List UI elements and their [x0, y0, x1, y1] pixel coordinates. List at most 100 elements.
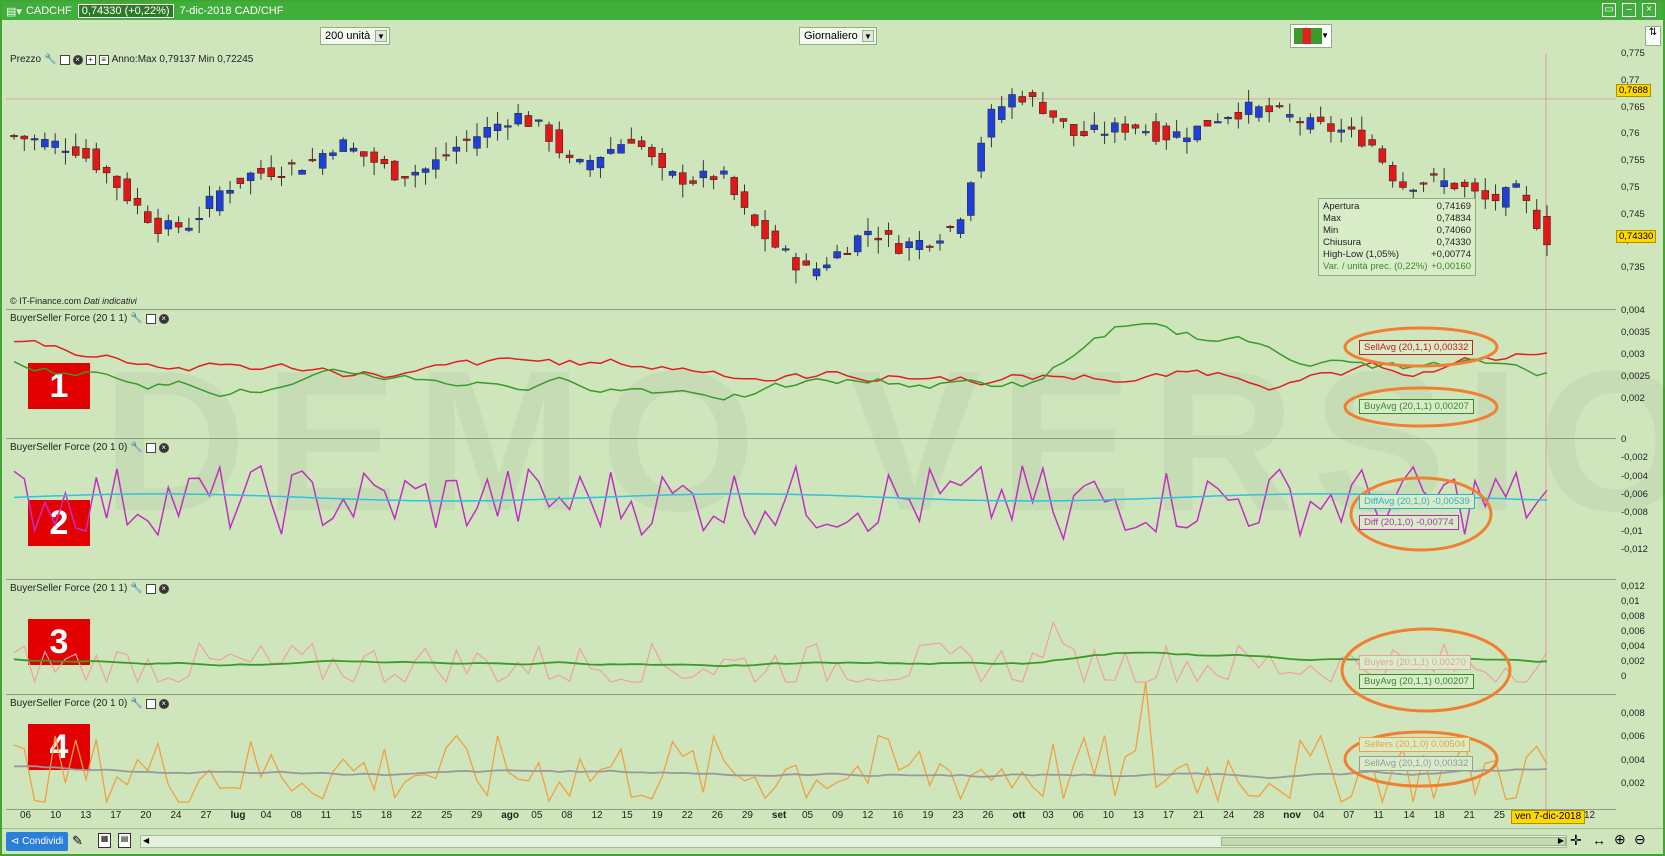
candle-body — [462, 138, 471, 141]
candle-body — [236, 177, 245, 184]
panel-4-y-axis: 0,008 0,006 0,004 0,002 — [1616, 696, 1665, 810]
candle-body — [853, 235, 862, 253]
x-tick-label: 12 — [591, 810, 603, 821]
fit-width-icon[interactable]: ↔ — [1592, 832, 1606, 848]
candle-body — [1419, 182, 1428, 185]
x-tick-label: 28 — [1253, 810, 1265, 821]
zoom-out-icon[interactable]: ⊖ — [1634, 831, 1646, 848]
candle-body — [504, 125, 512, 128]
candle-body — [720, 170, 728, 175]
candle-body — [1214, 121, 1222, 124]
candle-body — [154, 217, 162, 234]
scroll-right-icon[interactable]: ▶ — [1558, 836, 1564, 845]
candle-body — [833, 251, 841, 259]
scroll-left-icon[interactable]: ◀ — [143, 836, 149, 845]
candle-body — [668, 171, 677, 176]
candle-body — [740, 191, 749, 208]
y-tick-label: 0,75 — [1621, 181, 1640, 193]
y-tick-label: 0,004 — [1621, 641, 1645, 652]
candle-body — [864, 230, 872, 236]
legend-buyers: Buyers (20,1,1) 0,00270 — [1359, 655, 1471, 670]
candle-body — [1327, 123, 1335, 132]
candle-body — [185, 227, 193, 231]
y-tick-label: 0,008 — [1621, 708, 1645, 719]
x-tick-label: 20 — [140, 810, 152, 821]
y-tick-label: 0,004 — [1621, 305, 1645, 316]
candle-body — [380, 159, 389, 165]
candle-body — [20, 135, 29, 140]
info-row-highlow: High-Low (1,05%) +0,00774 — [1323, 249, 1471, 260]
candle-body — [1296, 121, 1304, 124]
y-tick-label: 0,775 — [1621, 48, 1645, 59]
candle-body — [730, 177, 738, 196]
crosshair-icon[interactable]: ✛ — [1570, 832, 1582, 849]
candle-body — [771, 230, 780, 248]
buyavg-line — [13, 322, 1548, 401]
x-tick-label: 18 — [1433, 810, 1445, 821]
candle-body — [473, 136, 481, 149]
y-tick-label: -0,004 — [1621, 470, 1648, 482]
candle-body — [576, 159, 584, 163]
candle-body — [277, 175, 286, 178]
calculator-icon[interactable]: ▦ — [98, 833, 111, 848]
chart-canvas[interactable] — [2, 2, 1665, 856]
candle-body — [1100, 133, 1109, 136]
candle-body — [51, 140, 59, 148]
candle-body — [709, 176, 718, 180]
x-tick-label: 25 — [441, 810, 453, 821]
y-tick-label: 0,006 — [1621, 626, 1645, 637]
highlight-ellipse — [1349, 476, 1493, 552]
candle-body — [329, 152, 337, 156]
candle-body — [802, 260, 810, 266]
horizontal-scrollbar[interactable]: ◀ ▶ — [140, 835, 1567, 848]
drawing-tools-icon[interactable]: ✎ — [72, 833, 83, 849]
x-tick-label: 03 — [1042, 810, 1054, 821]
candle-body — [514, 113, 522, 125]
candle-body — [679, 172, 687, 185]
candle-body — [1018, 96, 1027, 103]
candle-body — [1347, 126, 1356, 130]
share-button[interactable]: ⊲ Condividi — [6, 832, 68, 851]
candle-body — [812, 268, 821, 277]
x-tick-label: 05 — [531, 810, 543, 821]
highlight-ellipse — [1340, 627, 1512, 713]
x-tick-label: 15 — [350, 810, 362, 821]
sellers-line — [13, 682, 1548, 805]
candle-body — [987, 108, 996, 138]
candle-body — [216, 190, 224, 212]
candle-body — [1522, 194, 1531, 201]
candle-body — [1131, 124, 1140, 129]
candle-body — [432, 159, 440, 170]
y-tick-label: 0,76 — [1621, 128, 1640, 140]
candle-body — [637, 140, 646, 147]
x-tick-label: 06 — [1072, 810, 1084, 821]
x-tick-label: 21 — [1193, 810, 1205, 821]
y-tick-label: 0,0025 — [1621, 371, 1651, 382]
legend-buyavg-p1: BuyAvg (20,1,1) 0,00207 — [1359, 399, 1474, 414]
candle-body — [617, 144, 625, 154]
y-tick-label: 0,004 — [1621, 754, 1645, 766]
candle-body — [1244, 101, 1253, 115]
y-tick-label: 0,002 — [1621, 656, 1645, 667]
candle-body — [545, 124, 553, 142]
candle-body — [1265, 105, 1273, 113]
y-tick-label: -0,012 — [1621, 544, 1648, 555]
x-tick-label: 09 — [832, 810, 844, 821]
scrollbar-thumb[interactable] — [1221, 837, 1566, 846]
candle-body — [349, 147, 358, 152]
x-tick-label: 04 — [260, 810, 272, 821]
y-tick-label: 0,002 — [1621, 393, 1645, 404]
y-tick-label: -0,01 — [1621, 525, 1643, 537]
print-icon[interactable]: ▤ — [118, 833, 131, 848]
zoom-in-icon[interactable]: ⊕ — [1614, 831, 1626, 848]
x-tick-label: 11 — [320, 810, 332, 821]
candle-body — [884, 230, 893, 235]
x-tick-label: 19 — [922, 810, 934, 821]
candle-body — [699, 170, 708, 179]
candle-body — [113, 175, 121, 188]
candle-body — [1502, 187, 1510, 208]
sellavg-p4-line — [14, 765, 1548, 780]
x-tick-label: 29 — [741, 810, 753, 821]
candle-body — [61, 150, 70, 153]
y-tick-label: 0,765 — [1621, 101, 1645, 113]
